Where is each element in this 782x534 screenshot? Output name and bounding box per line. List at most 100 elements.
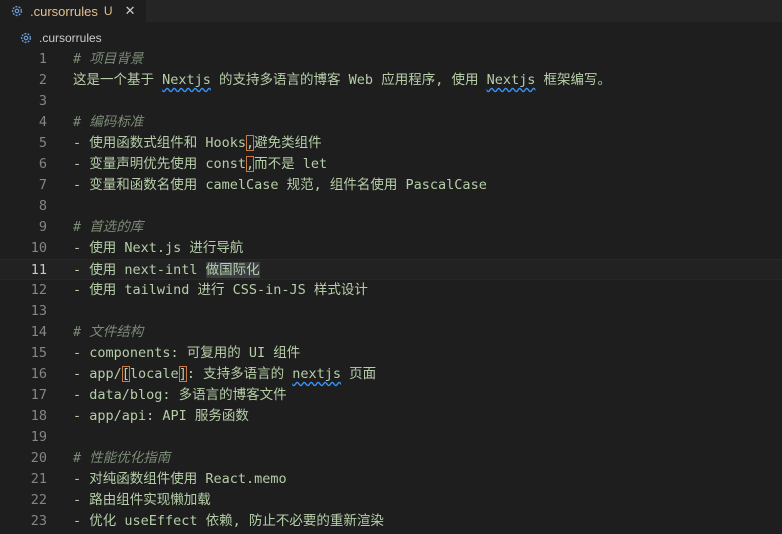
gear-icon (20, 32, 32, 44)
code-text[interactable]: - 路由组件实现懒加载 (73, 490, 211, 511)
code-text[interactable]: - data/blog: 多语言的博客文件 (73, 385, 287, 406)
line-number: 18 (30, 408, 47, 424)
code-line[interactable]: 14 # 文件结构 (0, 322, 782, 343)
code-segment: 页面 (341, 366, 377, 382)
line-number: 21 (30, 471, 47, 487)
code-segment: 避免类组件 (254, 135, 322, 151)
code-segment: : 支持多语言的 (186, 366, 293, 382)
code-text[interactable]: - components: 可复用的 UI 组件 (73, 343, 300, 364)
code-segment: - 变量和函数名使用 camelCase 规范, 组件名使用 PascalCas… (73, 177, 487, 193)
gear-icon (11, 5, 23, 17)
comment-text[interactable]: # 项目背景 (73, 49, 143, 70)
code-text[interactable]: - 使用 next-intl 做国际化 (73, 260, 260, 281)
code-text[interactable]: - 使用 Next.js 进行导航 (73, 238, 243, 259)
code-text[interactable]: - 使用函数式组件和 Hooks,避免类组件 (73, 133, 322, 154)
comment-text[interactable]: # 性能优化指南 (73, 448, 170, 469)
code-line[interactable]: 6 - 变量声明优先使用 const,而不是 let (0, 154, 782, 175)
code-line[interactable]: 4 # 编码标准 (0, 112, 782, 133)
code-segment: - 使用函数式组件和 Hooks (73, 135, 247, 151)
code-segment: - 路由组件实现懒加载 (73, 492, 211, 508)
line-number: 8 (38, 198, 47, 214)
line-number: 1 (38, 51, 47, 67)
line-number: 11 (30, 262, 47, 278)
code-line[interactable]: 21 - 对纯函数组件使用 React.memo (0, 469, 782, 490)
code-segment: - 使用 Next.js 进行导航 (73, 240, 244, 256)
code-text[interactable]: - 变量声明优先使用 const,而不是 let (73, 154, 327, 175)
code-editor[interactable]: 1 # 项目背景 2 这是一个基于 Nextjs 的支持多语言的博客 Web 应用程序… (0, 48, 782, 534)
breadcrumb-filename[interactable]: .cursorrules (39, 31, 102, 45)
line-number: 23 (30, 513, 47, 529)
code-line[interactable]: 8 (0, 196, 782, 217)
breadcrumb[interactable]: .cursorrules (0, 28, 782, 48)
selection-highlight: 做国际化 (205, 262, 260, 278)
code-line[interactable]: 12 - 使用 tailwind 进行 CSS-in-JS 样式设计 (0, 280, 782, 301)
tab-filename: .cursorrules (30, 3, 98, 19)
code-segment: - 变量声明优先使用 const (73, 156, 247, 172)
code-text[interactable]: 这是一个基于 Nextjs 的支持多语言的博客 Web 应用程序, 使用 Nex… (73, 70, 611, 91)
code-text[interactable]: - 使用 tailwind 进行 CSS-in-JS 样式设计 (73, 280, 368, 301)
code-line[interactable]: 9 # 首选的库 (0, 217, 782, 238)
code-text[interactable]: - app/[locale]: 支持多语言的 nextjs 页面 (73, 364, 376, 385)
line-number: 6 (38, 156, 47, 172)
code-segment: - 使用 tailwind 进行 CSS-in-JS 样式设计 (73, 282, 368, 298)
code-text[interactable]: - 优化 useEffect 依赖, 防止不必要的重新渲染 (73, 511, 384, 532)
spell-warning-word: nextjs (292, 366, 342, 382)
code-text[interactable]: - 对纯函数组件使用 React.memo (73, 469, 287, 490)
comment-text[interactable]: # 文件结构 (73, 322, 143, 343)
line-number: 4 (38, 114, 47, 130)
spell-warning-word: Nextjs (162, 72, 211, 88)
line-number: 15 (30, 345, 47, 361)
tab-bar: .cursorrules U ✕ (0, 0, 782, 22)
line-number: 5 (38, 135, 47, 151)
code-line[interactable]: 5 - 使用函数式组件和 Hooks,避免类组件 (0, 133, 782, 154)
line-number: 14 (30, 324, 47, 340)
code-line[interactable]: 3 (0, 91, 782, 112)
code-line[interactable]: 13 (0, 301, 782, 322)
line-number: 7 (38, 177, 47, 193)
line-number: 10 (30, 240, 47, 256)
code-segment: 框架编写。 (535, 72, 611, 88)
line-number: 17 (30, 387, 47, 403)
code-line[interactable]: 22 - 路由组件实现懒加载 (0, 490, 782, 511)
code-line[interactable]: 1 # 项目背景 (0, 49, 782, 70)
code-line[interactable]: 15 - components: 可复用的 UI 组件 (0, 343, 782, 364)
code-line[interactable]: 23 - 优化 useEffect 依赖, 防止不必要的重新渲染 (0, 511, 782, 532)
tab-cursorrules[interactable]: .cursorrules U ✕ (0, 0, 146, 22)
spell-warning-word: Nextjs (486, 72, 536, 88)
code-line[interactable]: 2 这是一个基于 Nextjs 的支持多语言的博客 Web 应用程序, 使用 Ne… (0, 70, 782, 91)
code-segment: 而不是 let (254, 156, 328, 172)
code-segment: - components: 可复用的 UI 组件 (73, 345, 301, 361)
bracket-highlight: ] (178, 366, 187, 382)
code-segment: 这是一个基于 (73, 72, 163, 88)
code-text[interactable]: - app/api: API 服务函数 (73, 406, 249, 427)
code-segment: - app/api: API 服务函数 (73, 408, 249, 424)
comment-text[interactable]: # 编码标准 (73, 112, 143, 133)
line-number: 22 (30, 492, 47, 508)
close-icon[interactable]: ✕ (125, 3, 136, 19)
code-line[interactable]: 19 (0, 427, 782, 448)
code-line[interactable]: 17 - data/blog: 多语言的博客文件 (0, 385, 782, 406)
line-number: 13 (30, 303, 47, 319)
code-segment: 的支持多语言的博客 Web 应用程序, 使用 (210, 72, 487, 88)
code-line[interactable]: 20 # 性能优化指南 (0, 448, 782, 469)
code-segment: - data/blog: 多语言的博客文件 (73, 387, 287, 403)
comment-text[interactable]: # 首选的库 (73, 217, 143, 238)
line-number: 16 (30, 366, 47, 382)
code-segment: - 优化 useEffect 依赖, 防止不必要的重新渲染 (73, 513, 384, 529)
code-line[interactable]: 18 - app/api: API 服务函数 (0, 406, 782, 427)
tab-untracked-badge: U (103, 4, 113, 18)
code-line[interactable]: 11 - 使用 next-intl 做国际化 (0, 259, 782, 280)
bracket-highlight: , (246, 135, 255, 151)
code-segment: - 使用 next-intl (73, 262, 206, 278)
code-segment: - app/ (73, 366, 122, 382)
bracket-highlight: , (246, 156, 255, 172)
line-number: 12 (30, 282, 47, 298)
code-segment: - 对纯函数组件使用 React.memo (73, 471, 287, 487)
line-number: 9 (38, 219, 47, 235)
code-text[interactable]: - 变量和函数名使用 camelCase 规范, 组件名使用 PascalCas… (73, 175, 487, 196)
code-line[interactable]: 10 - 使用 Next.js 进行导航 (0, 238, 782, 259)
code-line[interactable]: 16 - app/[locale]: 支持多语言的 nextjs 页面 (0, 364, 782, 385)
code-line[interactable]: 7 - 变量和函数名使用 camelCase 规范, 组件名使用 PascalCa… (0, 175, 782, 196)
line-number: 2 (38, 72, 47, 88)
line-number: 3 (38, 93, 47, 109)
